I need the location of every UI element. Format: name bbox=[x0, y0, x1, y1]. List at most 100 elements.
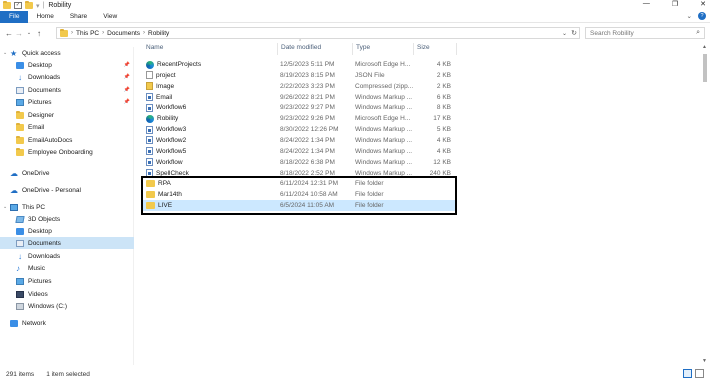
selection-count: 1 item selected bbox=[46, 370, 90, 378]
scrollbar[interactable]: ▲ ▼ bbox=[701, 44, 709, 364]
file-name-cell: Workflow2 bbox=[146, 136, 186, 145]
new-folder-icon[interactable] bbox=[25, 1, 33, 9]
sidebar-item-documents[interactable]: Documents 📌 bbox=[16, 84, 134, 96]
breadcrumb-this-pc[interactable]: This PC bbox=[76, 30, 99, 37]
search-input[interactable] bbox=[590, 29, 690, 37]
sidebar-item-label: Desktop bbox=[28, 61, 52, 69]
pictures-icon bbox=[16, 98, 24, 106]
pin-icon[interactable]: 📌 bbox=[124, 62, 130, 68]
folder-icon bbox=[16, 122, 24, 131]
address-bar[interactable]: › This PC › Documents › Robility ⌄ ↻ bbox=[56, 27, 580, 39]
file-date: 8/24/2022 1:34 PM bbox=[280, 136, 335, 144]
sidebar-item-pictures-pc[interactable]: Pictures bbox=[16, 275, 51, 287]
help-icon[interactable]: ? bbox=[698, 12, 706, 20]
search-icon[interactable]: ⌕ bbox=[696, 29, 700, 37]
tab-view[interactable]: View bbox=[95, 11, 125, 23]
sidebar-item-email[interactable]: Email bbox=[16, 121, 44, 133]
pin-icon[interactable]: 📌 bbox=[124, 74, 130, 80]
sidebar-item-desktop-pc[interactable]: Desktop bbox=[16, 225, 52, 237]
pin-icon[interactable]: 📌 bbox=[124, 87, 130, 93]
forward-button[interactable]: → bbox=[14, 29, 24, 38]
sidebar-item-employee-onboarding[interactable]: Employee Onboarding bbox=[16, 146, 93, 158]
sidebar-item-network[interactable]: Network bbox=[10, 317, 46, 329]
sidebar-item-onedrive-personal[interactable]: ☁ OneDrive - Personal bbox=[10, 184, 81, 196]
sidebar-item-downloads[interactable]: ↓ Downloads 📌 bbox=[16, 71, 134, 83]
tab-home[interactable]: Home bbox=[28, 11, 61, 23]
edge-icon bbox=[146, 114, 154, 123]
file-row[interactable]: Workflow 8/18/2022 6:38 PM Windows Markup … bbox=[143, 157, 455, 168]
column-divider[interactable] bbox=[352, 43, 353, 55]
details-view-button[interactable] bbox=[683, 369, 692, 378]
sidebar-item-pictures[interactable]: Pictures 📌 bbox=[16, 96, 134, 108]
file-row[interactable]: Image 2/22/2023 3:23 PM Compressed (zipp..… bbox=[143, 81, 455, 92]
sidebar-item-label: OneDrive - Personal bbox=[22, 186, 81, 194]
file-name: Workflow5 bbox=[156, 147, 187, 155]
tab-file[interactable]: File bbox=[0, 10, 29, 23]
customize-toolbar-icon[interactable]: ▾ bbox=[36, 2, 40, 10]
recent-locations-button[interactable]: ⌄ bbox=[24, 30, 34, 36]
xaml-icon bbox=[146, 103, 153, 112]
sidebar-item-label: Pictures bbox=[28, 277, 52, 285]
documents-icon bbox=[16, 239, 24, 247]
scroll-thumb[interactable] bbox=[703, 54, 707, 82]
scroll-down-icon[interactable]: ▼ bbox=[702, 358, 707, 364]
sidebar-item-designer[interactable]: Designer bbox=[16, 109, 54, 121]
xaml-icon bbox=[146, 158, 153, 167]
expand-ribbon-icon[interactable]: ⌄ bbox=[687, 12, 692, 20]
properties-icon[interactable]: ✓ bbox=[14, 2, 22, 9]
file-row[interactable]: Workflow3 8/30/2022 12:26 PM Windows Marku… bbox=[143, 124, 455, 135]
file-row[interactable]: RecentProjects 12/5/2023 5:11 PM Microsoft… bbox=[143, 59, 455, 70]
sidebar-item-desktop[interactable]: Desktop 📌 bbox=[16, 59, 134, 71]
sidebar-item-label: This PC bbox=[22, 203, 46, 211]
sidebar-item-label: 3D Objects bbox=[28, 215, 61, 223]
up-button[interactable]: ↑ bbox=[34, 29, 44, 38]
sidebar-item-documents-pc[interactable]: Documents bbox=[0, 237, 134, 249]
large-icons-view-button[interactable] bbox=[695, 369, 704, 378]
column-divider[interactable] bbox=[413, 43, 414, 55]
sidebar-item-label: Music bbox=[28, 264, 45, 272]
file-size: 6 KB bbox=[436, 93, 451, 101]
folder-icon bbox=[16, 147, 24, 156]
scroll-up-icon[interactable]: ▲ bbox=[702, 44, 707, 50]
sidebar-item-windows-c[interactable]: Windows (C:) bbox=[16, 300, 67, 312]
column-header-size[interactable]: Size bbox=[417, 44, 430, 54]
sidebar-item-emailautodocs[interactable]: EmailAutoDocs bbox=[16, 134, 72, 146]
sidebar-item-quick-access[interactable]: ⌄ ★ Quick access bbox=[3, 47, 61, 59]
column-header-name[interactable]: Name bbox=[146, 44, 163, 54]
maximize-button[interactable]: ❐ bbox=[672, 0, 678, 8]
search-box[interactable]: ⌕ bbox=[585, 27, 705, 39]
file-row[interactable]: Email 9/26/2022 8:21 PM Windows Markup ...… bbox=[143, 92, 455, 103]
file-row[interactable]: Workflow6 9/23/2022 9:27 PM Windows Markup… bbox=[143, 102, 455, 113]
file-row[interactable]: project 8/19/2023 8:15 PM JSON File 2 KB bbox=[143, 70, 455, 81]
pin-icon[interactable]: 📌 bbox=[124, 99, 130, 105]
chevron-down-icon[interactable]: ⌄ bbox=[3, 204, 7, 210]
address-dropdown-icon[interactable]: ⌄ bbox=[562, 30, 567, 37]
sidebar-item-downloads-pc[interactable]: ↓ Downloads bbox=[16, 250, 60, 262]
back-button[interactable]: ← bbox=[4, 29, 14, 38]
sidebar-item-label: Email bbox=[28, 123, 45, 131]
sidebar-item-this-pc[interactable]: ⌄ This PC bbox=[3, 201, 46, 213]
folder-icon bbox=[60, 28, 68, 37]
column-divider[interactable] bbox=[456, 43, 457, 55]
file-row[interactable]: Robility 9/23/2022 9:26 PM Microsoft Edge … bbox=[143, 113, 455, 124]
desktop-icon bbox=[16, 61, 24, 69]
sidebar-item-onedrive[interactable]: ☁ OneDrive bbox=[10, 167, 49, 179]
refresh-icon[interactable]: ↻ bbox=[571, 29, 577, 37]
close-button[interactable]: ✕ bbox=[700, 0, 706, 8]
chevron-down-icon[interactable]: ⌄ bbox=[3, 50, 7, 56]
breadcrumb-documents[interactable]: Documents bbox=[107, 30, 140, 37]
minimize-button[interactable]: — bbox=[643, 0, 650, 8]
separator-icon: | bbox=[42, 2, 45, 9]
tab-share[interactable]: Share bbox=[62, 11, 95, 23]
sidebar-item-videos[interactable]: Videos bbox=[16, 288, 48, 300]
breadcrumb-robility[interactable]: Robility bbox=[148, 30, 169, 37]
file-size: 17 KB bbox=[433, 115, 451, 123]
file-date: 8/24/2022 1:34 PM bbox=[280, 147, 335, 155]
file-row[interactable]: Workflow2 8/24/2022 1:34 PM Windows Markup… bbox=[143, 135, 455, 146]
file-row[interactable]: Workflow5 8/24/2022 1:34 PM Windows Markup… bbox=[143, 146, 455, 157]
sidebar-item-music[interactable]: ♪ Music bbox=[16, 262, 45, 274]
column-header-type[interactable]: Type bbox=[356, 44, 370, 54]
column-header-date[interactable]: Date modified bbox=[281, 44, 321, 54]
sidebar-item-3d-objects[interactable]: 3D Objects bbox=[15, 213, 61, 225]
column-divider[interactable] bbox=[277, 43, 278, 55]
